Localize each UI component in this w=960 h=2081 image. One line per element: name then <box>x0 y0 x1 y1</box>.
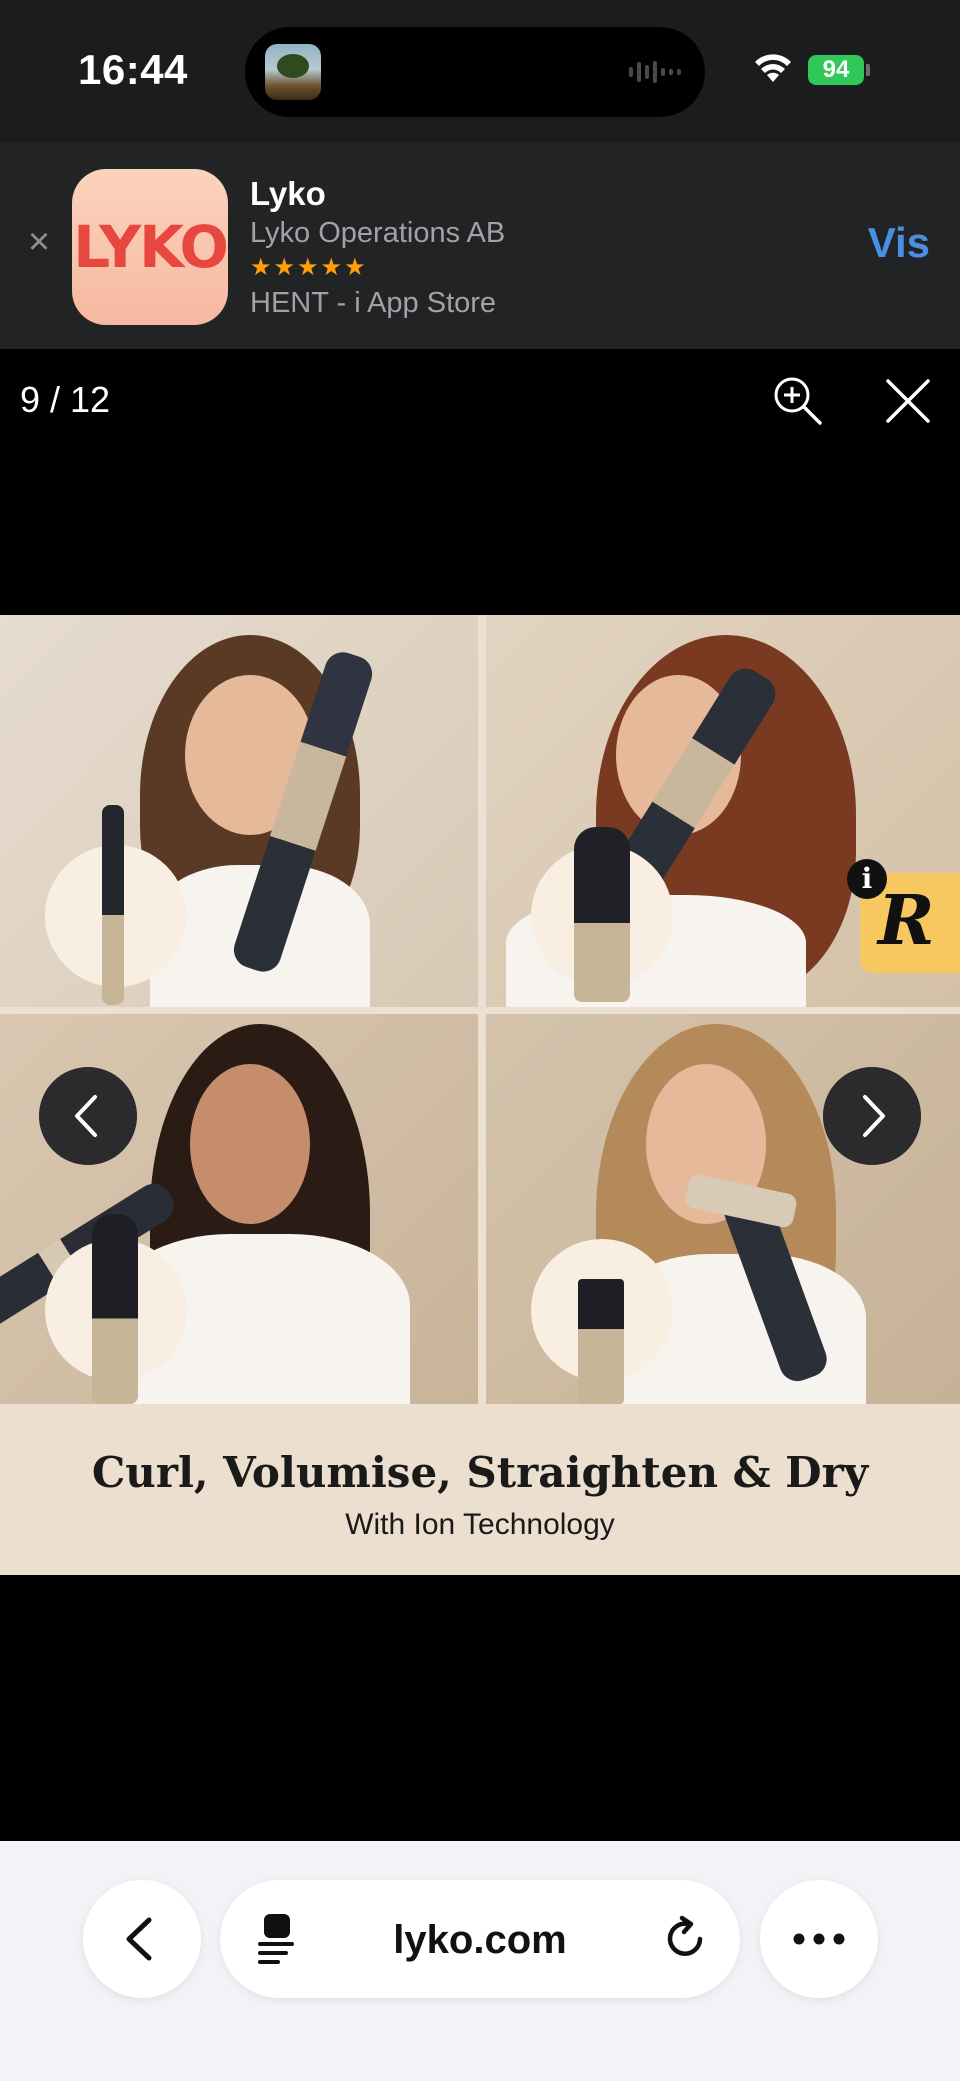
gallery-header: 9 / 12 <box>0 349 960 449</box>
previous-image-button[interactable] <box>39 1067 137 1165</box>
back-button[interactable] <box>83 1880 201 1998</box>
r-logo-icon: R <box>878 881 935 961</box>
app-name: Lyko <box>250 175 326 212</box>
app-icon[interactable]: LYKO <box>72 169 229 325</box>
product-image[interactable]: Curl, Volumise, Straighten & Dry With Io… <box>0 615 960 1575</box>
caption-subtitle: With Ion Technology <box>345 1508 615 1541</box>
battery-indicator: 94 <box>808 55 864 85</box>
now-playing-artwork <box>265 44 321 100</box>
info-icon[interactable]: i <box>847 859 887 899</box>
battery-tip <box>866 64 870 76</box>
more-icon[interactable] <box>760 1880 878 1998</box>
app-developer: Lyko Operations AB <box>250 217 506 249</box>
reload-icon[interactable] <box>660 1914 710 1964</box>
address-bar[interactable]: lyko.com <box>220 1880 740 1998</box>
next-image-button[interactable] <box>823 1067 921 1165</box>
app-icon-logo: LYKO <box>73 213 229 281</box>
battery-level: 94 <box>822 56 850 83</box>
app-store-text: HENT - i App Store <box>250 287 497 319</box>
audio-waveform-icon <box>629 61 681 83</box>
rating-stars-icon: ★★★★★ <box>250 254 368 281</box>
caption-title: Curl, Volumise, Straighten & Dry <box>91 1448 869 1497</box>
dynamic-island[interactable] <box>245 27 705 117</box>
image-counter: 9 / 12 <box>20 379 111 420</box>
image-panel-curl <box>0 615 478 1007</box>
image-caption: Curl, Volumise, Straighten & Dry With Io… <box>0 1404 960 1575</box>
close-icon[interactable]: × <box>22 223 56 261</box>
wifi-icon <box>755 54 791 82</box>
browser-toolbar: lyko.com <box>0 1841 960 2081</box>
status-time: 16:44 <box>78 46 188 93</box>
smart-app-banner: × LYKO Lyko Lyko Operations AB ★★★★★ HEN… <box>0 143 960 350</box>
zoom-in-icon[interactable] <box>770 373 826 429</box>
status-bar: 16:44 94 <box>0 0 960 143</box>
close-icon[interactable] <box>880 373 936 429</box>
view-app-button[interactable]: Vis <box>868 219 930 267</box>
